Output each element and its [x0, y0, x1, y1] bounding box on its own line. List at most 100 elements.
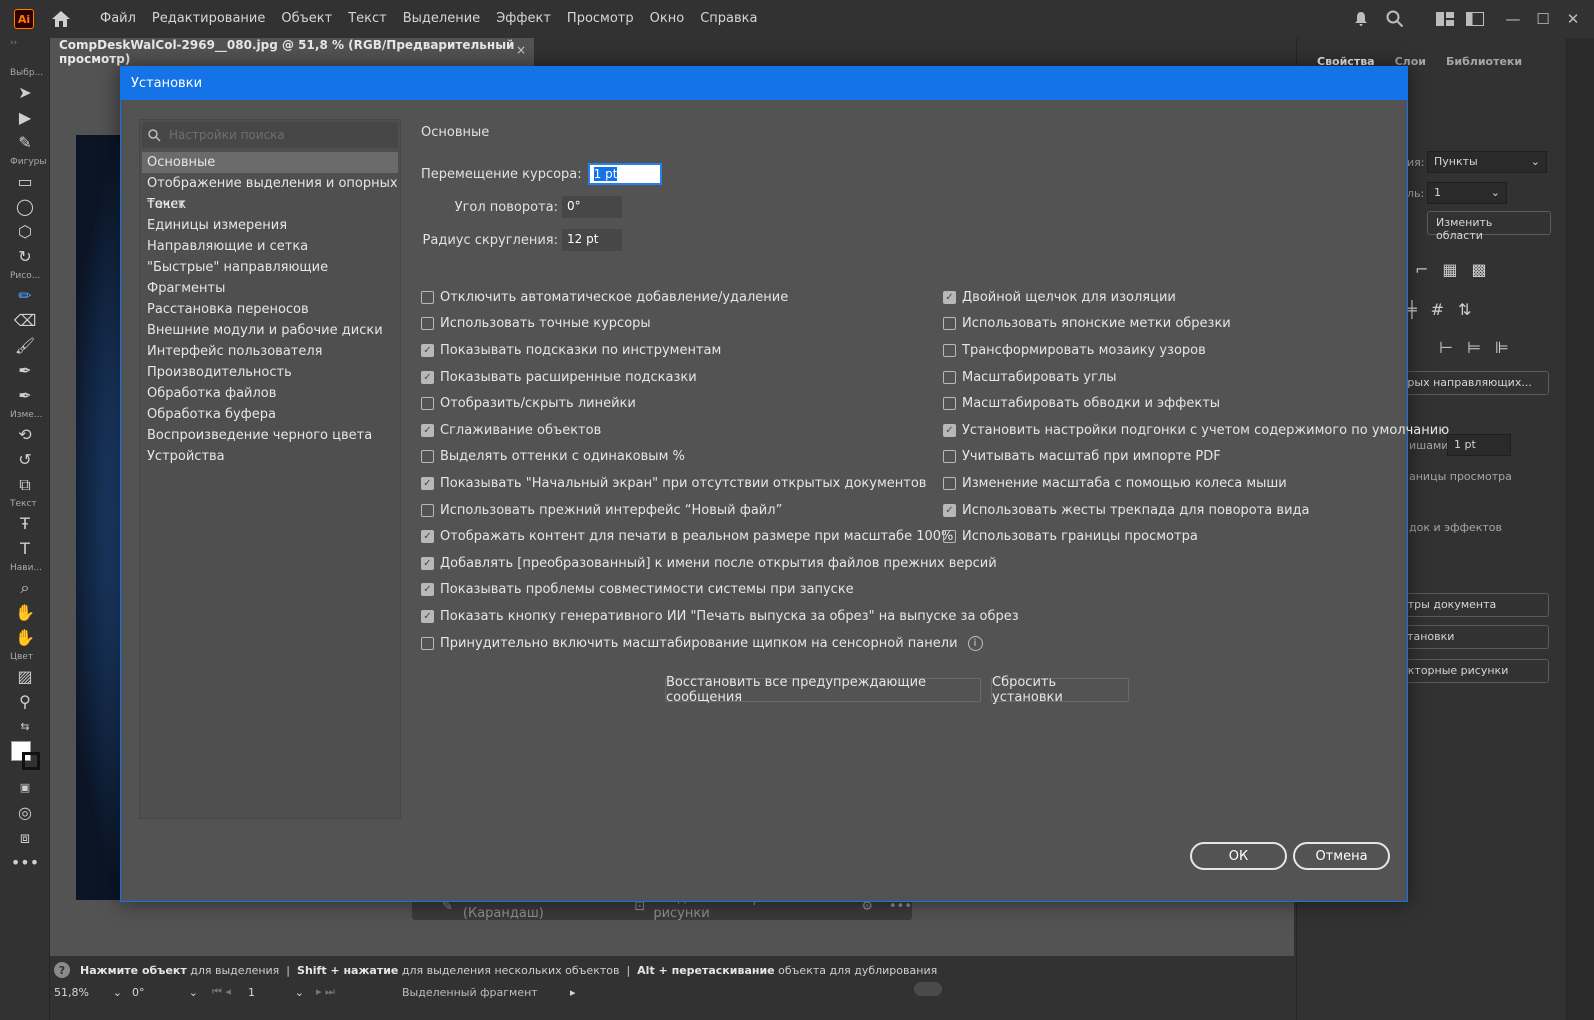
- checkbox-checked[interactable]: ✓: [943, 423, 956, 437]
- checkbox-row[interactable]: ✓ Добавлять [преобразованный] к имени пос…: [421, 550, 1019, 577]
- checkbox[interactable]: [943, 317, 956, 331]
- menu-item[interactable]: Файл: [92, 0, 144, 38]
- home-icon[interactable]: [50, 9, 72, 29]
- nav-item[interactable]: "Быстрые" направляющие: [142, 257, 398, 278]
- swap-colors-icon[interactable]: ⇆: [0, 714, 50, 739]
- corner-radius-input[interactable]: 12 pt: [562, 229, 622, 251]
- checkbox-row[interactable]: Использовать точные курсоры: [421, 311, 1019, 338]
- eyedropper-tool-icon[interactable]: ⚲: [0, 689, 50, 714]
- brush-tool-icon[interactable]: 🖌: [0, 333, 50, 358]
- checkbox-row[interactable]: Трансформировать мозаику узоров: [943, 337, 1449, 364]
- preferences-button[interactable]: становки: [1393, 625, 1549, 649]
- search-icon[interactable]: [1380, 0, 1410, 38]
- help-icon[interactable]: ?: [54, 962, 70, 978]
- color-mode-icon[interactable]: ▣: [0, 775, 50, 800]
- draw-mode-icon[interactable]: ◎: [0, 800, 50, 825]
- nav-item[interactable]: Направляющие и сетка: [142, 236, 398, 257]
- checkbox-row[interactable]: ✓ Двойной щелчок для изоляции: [943, 284, 1449, 311]
- checkbox-row[interactable]: ✓ Установить настройки подгонки с учетом …: [943, 417, 1449, 444]
- checkbox-row[interactable]: Выделять оттенки с одинаковым %: [421, 444, 1019, 471]
- arrange-icon[interactable]: [1460, 0, 1490, 38]
- checkbox-row[interactable]: ✓ Сглаживание объектов: [421, 417, 1019, 444]
- rectangle-tool-icon[interactable]: ▭: [0, 169, 50, 194]
- close-tab-icon[interactable]: ×: [516, 43, 526, 57]
- gradient-tool-icon[interactable]: ▨: [0, 664, 50, 689]
- edit-artboards-button[interactable]: Изменить области: [1427, 211, 1551, 242]
- constrain-angle-input[interactable]: 0°: [562, 196, 622, 218]
- zoom-tool-icon[interactable]: ⌕: [0, 575, 50, 600]
- menu-item[interactable]: Справка: [692, 0, 765, 38]
- checkbox-row[interactable]: Изменение масштаба с помощью колеса мыши: [943, 470, 1449, 497]
- checkbox[interactable]: [943, 370, 956, 384]
- checkbox-row[interactable]: Учитывать масштаб при импорте PDF: [943, 444, 1449, 471]
- checkbox-row[interactable]: Принудительно включить масштабирование щ…: [421, 630, 1019, 657]
- artboard-number-dropdown[interactable]: 1 ⌄: [248, 982, 304, 1002]
- checkbox-checked[interactable]: ✓: [421, 343, 434, 357]
- type-on-path-tool-icon[interactable]: Ŧ: [0, 511, 50, 536]
- direct-selection-tool-icon[interactable]: ▶: [0, 105, 50, 130]
- blob-brush-tool-icon[interactable]: ✒: [0, 358, 50, 383]
- rotation-dropdown[interactable]: 0° ⌄: [132, 982, 198, 1002]
- preferences-search[interactable]: [142, 122, 398, 148]
- rotate-view-tool-icon[interactable]: ✋: [0, 625, 50, 650]
- nav-item[interactable]: Обработка буфера: [142, 404, 398, 425]
- nav-item[interactable]: Расстановка переносов: [142, 299, 398, 320]
- checkbox[interactable]: [421, 397, 434, 411]
- tab-libraries[interactable]: Библиотеки: [1436, 55, 1532, 74]
- checkbox-checked[interactable]: ✓: [943, 503, 956, 517]
- scrollbar-thumb[interactable]: [914, 982, 942, 996]
- fill-stroke-swatches[interactable]: [0, 739, 49, 775]
- checkbox[interactable]: [421, 317, 434, 331]
- checkbox-row[interactable]: Масштабировать углы: [943, 364, 1449, 391]
- checkbox[interactable]: [421, 450, 434, 464]
- checkbox-row[interactable]: Использовать прежний интерфейс “Новый фа…: [421, 497, 1019, 524]
- checkbox[interactable]: [421, 290, 434, 304]
- keyboard-increment-input[interactable]: 1 pt: [587, 163, 662, 185]
- checkbox-row[interactable]: Отключить автоматическое добавление/удал…: [421, 284, 1019, 311]
- restore-warnings-button[interactable]: Восстановить все предупреждающие сообщен…: [665, 675, 981, 705]
- minimize-icon[interactable]: —: [1498, 0, 1528, 38]
- menu-item[interactable]: Выделение: [395, 0, 488, 38]
- checkbox[interactable]: [421, 636, 434, 650]
- rotate-tool-icon[interactable]: ⟲: [0, 422, 50, 447]
- cancel-button[interactable]: Отмена: [1293, 842, 1390, 870]
- nav-item[interactable]: Внешние модули и рабочие диски: [142, 320, 398, 341]
- shape-builder-tool-icon[interactable]: ⧉: [0, 472, 50, 497]
- menu-item[interactable]: Эффект: [488, 0, 559, 38]
- checkbox-checked[interactable]: ✓: [421, 530, 434, 544]
- screen-mode-icon[interactable]: ⧈: [0, 825, 50, 850]
- nav-item[interactable]: Отображение выделения и опорных точек: [142, 173, 398, 212]
- zoom-dropdown[interactable]: 51,8% ⌄: [54, 982, 122, 1002]
- nav-item[interactable]: Производительность: [142, 362, 398, 383]
- checkbox-checked[interactable]: ✓: [943, 290, 956, 304]
- checkbox-checked[interactable]: ✓: [421, 370, 434, 384]
- snap-icons[interactable]: ⊢⊨⊫: [1439, 338, 1523, 357]
- checkbox-row[interactable]: Масштабировать обводки и эффекты: [943, 390, 1449, 417]
- checkbox-row[interactable]: ✓ Использовать жесты трекпада для поворот…: [943, 497, 1449, 524]
- nav-item[interactable]: Воспроизведение черного цвета: [142, 425, 398, 446]
- checkbox[interactable]: [943, 476, 956, 490]
- reset-preferences-button[interactable]: Сбросить установки: [991, 675, 1129, 705]
- checkbox-row[interactable]: ✓ Показать кнопку генеративного ИИ "Печат…: [421, 603, 1019, 630]
- ruler-grid-icons[interactable]: ⌐▦▩: [1415, 260, 1501, 279]
- lasso-tool-icon[interactable]: ✎: [0, 130, 50, 155]
- vector-art-button[interactable]: екторные рисунки: [1393, 659, 1549, 683]
- document-tab[interactable]: CompDeskWalCol-2969__080.jpg @ 51,8 % (R…: [50, 38, 534, 66]
- checkbox-row[interactable]: Отобразить/скрыть линейки: [421, 390, 1019, 417]
- eraser-tool-icon[interactable]: ⌫: [0, 308, 50, 333]
- search-input[interactable]: [169, 128, 389, 142]
- shaper-tool-icon[interactable]: ↻: [0, 244, 50, 269]
- checkbox-row[interactable]: ✓ Показывать подсказки по инструментам: [421, 337, 1019, 364]
- checkbox[interactable]: [943, 397, 956, 411]
- nav-item[interactable]: Устройства: [142, 446, 398, 467]
- checkbox-checked[interactable]: ✓: [421, 556, 434, 570]
- units-dropdown[interactable]: Пункты ⌄: [1427, 151, 1547, 173]
- ellipse-tool-icon[interactable]: ◯: [0, 194, 50, 219]
- ok-button[interactable]: ОК: [1190, 842, 1287, 870]
- pencil-tool-icon[interactable]: ✏: [0, 283, 50, 308]
- checkbox-checked[interactable]: ✓: [421, 609, 434, 623]
- nav-item[interactable]: Фрагменты: [142, 278, 398, 299]
- checkbox-row[interactable]: ✓ Показывать "Начальный экран" при отсутс…: [421, 470, 1019, 497]
- keyboard-increment-input[interactable]: 1 pt: [1447, 434, 1511, 456]
- close-icon[interactable]: ✕: [1558, 0, 1588, 38]
